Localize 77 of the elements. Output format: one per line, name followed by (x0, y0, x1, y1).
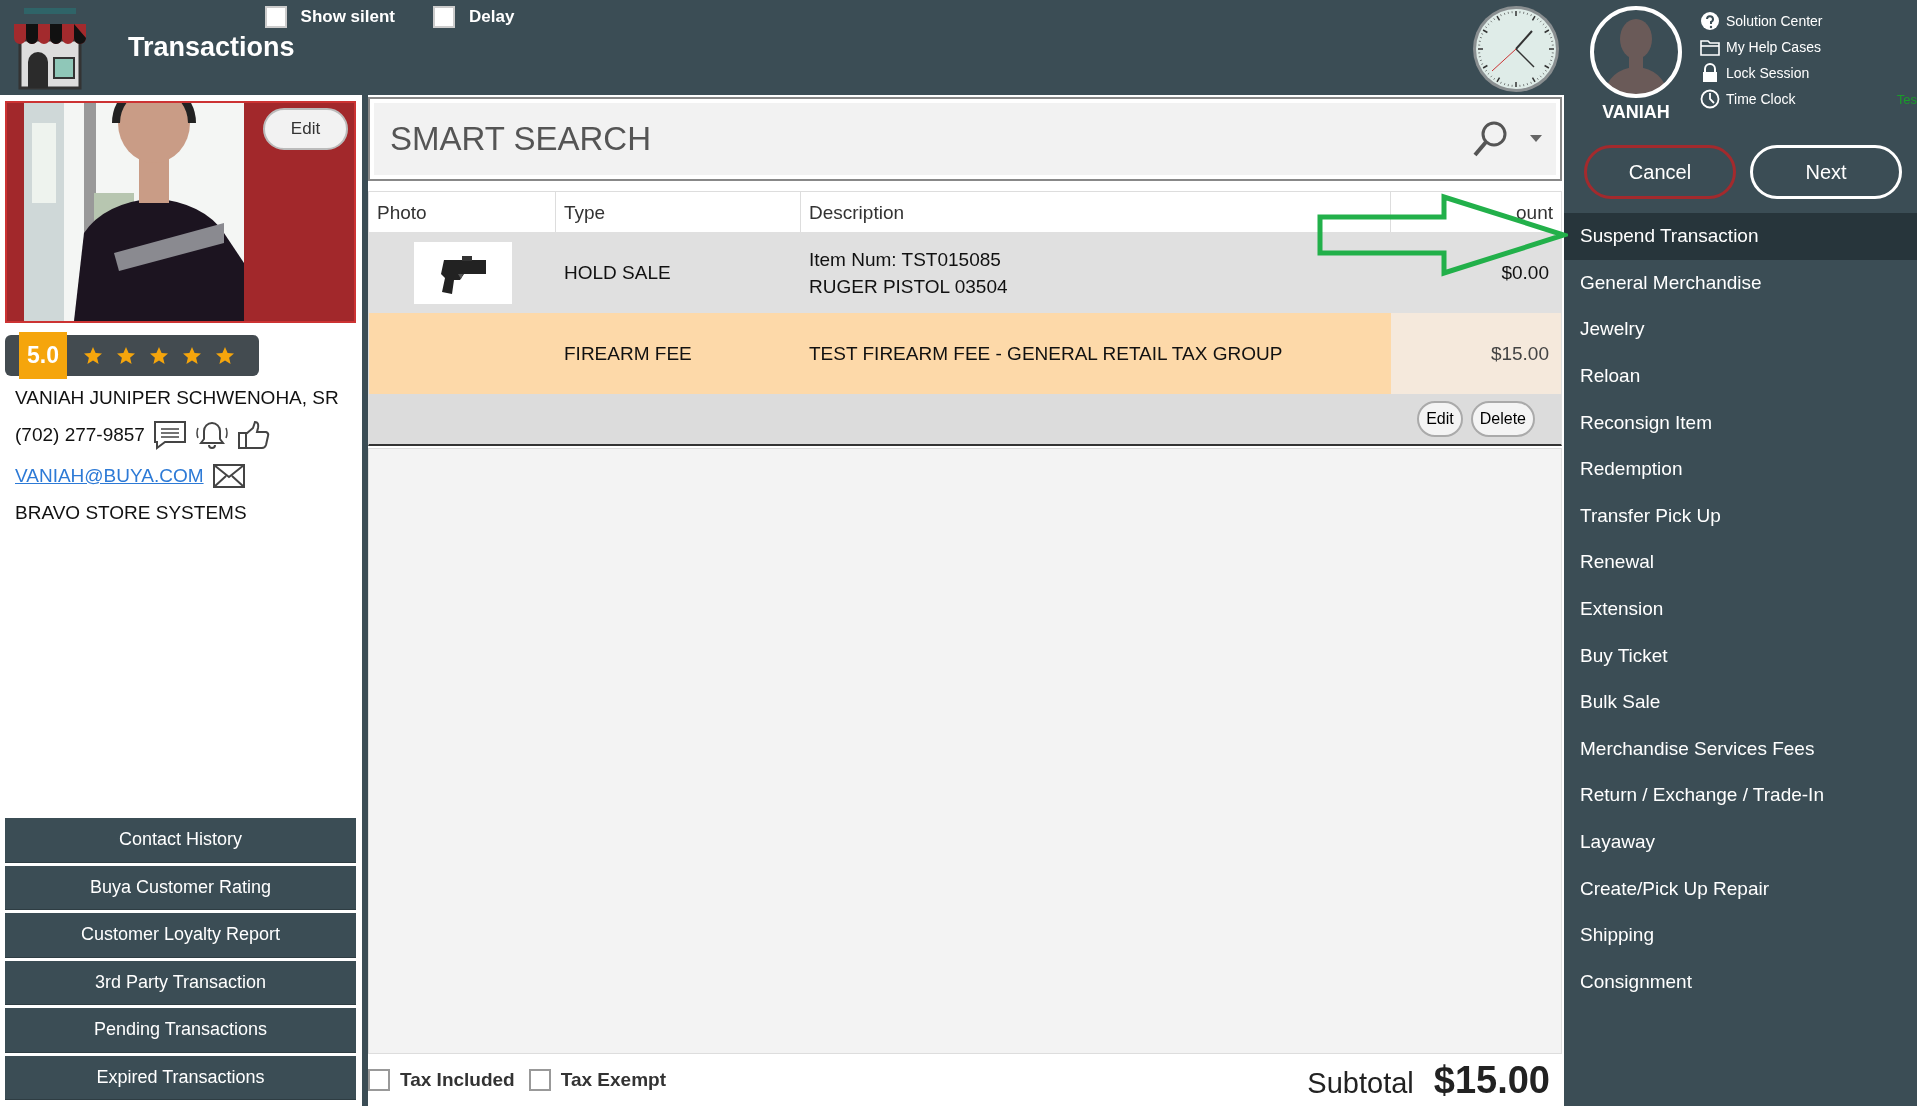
edit-button[interactable]: Edit (263, 108, 348, 150)
menu-item[interactable]: Redemption (1564, 445, 1917, 493)
table-row[interactable]: FIREARM FEE TEST FIREARM FEE - GENERAL RETAIL TAX GROUP $15.00 (369, 313, 1561, 394)
column-header: ount (1515, 201, 1554, 225)
search-icon (1472, 120, 1508, 158)
toggle[interactable]: Show silent (264, 6, 396, 28)
menu-item[interactable]: Return / Exchange / Trade-In (1564, 772, 1917, 819)
help-icon (1700, 11, 1720, 31)
clock-icon (1472, 5, 1560, 93)
menu-item[interactable]: Shipping (1564, 911, 1917, 959)
menu-item[interactable]: Jewelry (1564, 306, 1917, 353)
help-link[interactable]: Solution Center (1700, 11, 1823, 31)
search-box[interactable]: SMART SEARCH (374, 103, 1556, 175)
menu-item[interactable]: Consignment (1564, 958, 1917, 1006)
table-cell-text: HOLD SALE (563, 261, 672, 284)
envelope-icon (211, 461, 246, 491)
help-link[interactable]: Lock Session (1700, 63, 1823, 83)
table-cell-text: $0.00 (1500, 261, 1550, 284)
menu-item[interactable]: Reloan (1564, 352, 1917, 400)
table-row[interactable]: HOLD SALE Item Num: TST015085 RUGER PISTOL 03504 $0.00 (369, 232, 1561, 313)
sidebar-button[interactable]: Buya Customer Rating (5, 865, 356, 910)
message-icon (152, 420, 187, 450)
tax-checkbox[interactable]: Tax Exempt (528, 1069, 666, 1091)
help-link[interactable]: Time Clock (1700, 89, 1823, 109)
bell-icon (194, 420, 229, 450)
menu-item[interactable]: Layaway (1564, 818, 1917, 866)
menu-item[interactable]: Renewal (1564, 539, 1917, 586)
company-name: BRAVO STORE SYSTEMS (15, 502, 247, 524)
checkbox[interactable] (264, 6, 287, 28)
status-text: Tes (1896, 92, 1917, 107)
checkbox[interactable] (368, 1069, 390, 1091)
cancel-button[interactable]: Cancel (1584, 145, 1736, 199)
caret-icon (1530, 135, 1542, 143)
phone-number: (702) 277-9857 (15, 424, 145, 446)
email-link[interactable]: VANIAH@BUYA.COM (15, 465, 204, 487)
table-cell-text: FIREARM FEE (563, 342, 693, 365)
customer-name: VANIAH JUNIPER SCHWENOHA, SR (15, 387, 339, 409)
table-cell-text: TEST FIREARM FEE - GENERAL RETAIL TAX GROUP (808, 342, 1284, 366)
clock-icon (1700, 89, 1720, 109)
table-cell: $15.00 (1391, 313, 1561, 394)
menu-item[interactable]: General Merchandise (1564, 259, 1917, 307)
sidebar-button[interactable]: Expired Transactions (5, 1055, 356, 1100)
menu-item[interactable]: Merchandise Services Fees (1564, 725, 1917, 773)
toggle[interactable]: Delay (433, 6, 515, 28)
subtotal-label: Subtotal (1307, 1066, 1414, 1100)
help-link[interactable]: My Help Cases (1700, 37, 1823, 57)
star-icon (149, 345, 169, 366)
lock-icon (1700, 63, 1720, 83)
sidebar-button[interactable]: Pending Transactions (5, 1008, 356, 1053)
subtotal-value: $15.00 (1433, 1058, 1550, 1102)
checkbox[interactable] (433, 6, 456, 28)
user-name: VANIAH (1602, 102, 1670, 123)
menu-item[interactable]: Buy Ticket (1564, 632, 1917, 679)
table-cell-text: Item Num: TST015085 RUGER PISTOL 03504 (808, 247, 1009, 299)
menu-item[interactable]: Create/Pick Up Repair (1564, 865, 1917, 912)
tax-checkbox[interactable]: Tax Included (368, 1069, 515, 1091)
menu-item[interactable]: Extension (1564, 585, 1917, 633)
thumbs-up-icon (236, 420, 271, 450)
star-icon (83, 345, 103, 366)
menu-item[interactable]: Suspend Transaction (1564, 213, 1917, 260)
menu-item[interactable]: Reconsign Item (1564, 399, 1917, 446)
star-icon (116, 345, 136, 366)
row-action-button[interactable]: Delete (1470, 401, 1535, 437)
row-action-button[interactable]: Edit (1417, 401, 1463, 437)
menu-item[interactable]: Transfer Pick Up (1564, 492, 1917, 540)
folder-icon (1700, 37, 1720, 57)
sidebar-button[interactable]: Contact History (5, 818, 356, 863)
next-button[interactable]: Next (1750, 145, 1902, 199)
star-icon (215, 345, 235, 366)
star-icon (182, 345, 202, 366)
sidebar-button[interactable]: Customer Loyalty Report (5, 913, 356, 958)
menu-item[interactable]: Bulk Sale (1564, 678, 1917, 726)
checkbox[interactable] (528, 1069, 551, 1091)
rating-score: 5.0 (19, 332, 67, 379)
page-title: Transactions (128, 32, 295, 63)
avatar-icon (1589, 5, 1683, 99)
sidebar-button[interactable]: 3rd Party Transaction (5, 960, 356, 1005)
